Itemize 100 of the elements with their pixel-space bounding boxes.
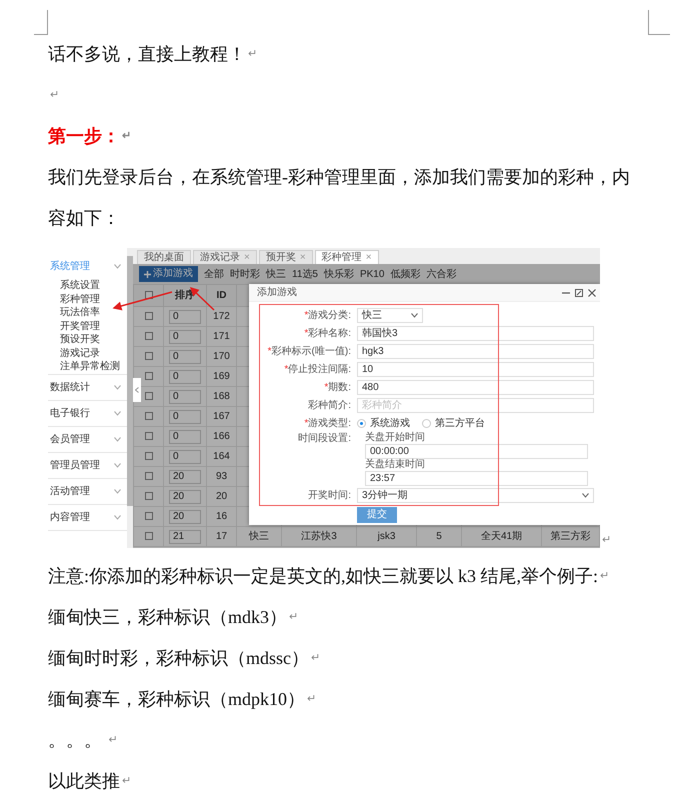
paragraph-mark: ↵ [311,652,320,664]
required-mark: * [304,416,308,430]
sort-input[interactable]: 20 [169,470,201,484]
table-cell: 172 [213,311,230,322]
column-header: ID [216,290,226,301]
field-caption: 关盘开始时间 [365,432,426,444]
field-label: 彩种标示(唯一值): [272,344,351,358]
paragraph-text: 注意:你添加的彩种标识一定是英文的,如快三就要以 k3 结尾,举个例子: [48,566,598,586]
sort-input[interactable]: 0 [169,390,201,404]
menu-item[interactable]: 系统设置 [48,279,128,292]
select-field[interactable]: 快三 [357,308,423,322]
input-field[interactable]: 彩种简介 [357,398,594,412]
field-label: 期数: [328,380,351,394]
sort-input[interactable]: 21 [169,530,201,544]
input-field[interactable]: 480 [357,380,594,394]
paragraph-text: 话不多说，直接上教程！ [48,44,246,64]
table-cell: 江苏快3 [301,531,337,542]
table-cell: 16 [216,511,228,522]
radio-label: 系统游戏 [370,416,410,430]
menu-item[interactable]: 玩法倍率 [48,306,128,320]
field-label: 游戏分类: [308,308,351,322]
radio-label: 第三方平台 [435,416,485,430]
paragraph-mark: ↵ [122,130,131,142]
menu-item[interactable]: 开奖管理 [48,320,128,333]
select-field[interactable]: 3分钟一期 [357,488,594,502]
menu-group[interactable]: 管理员管理 [50,458,100,472]
field-label: 时间段设置: [298,432,351,445]
paragraph-mark: ↵ [307,693,316,705]
filter-link[interactable]: 11选5 [292,268,318,280]
required-mark: * [284,362,288,376]
input-field[interactable]: 23:57 [365,471,588,486]
menu-item[interactable]: 注单异常检测 [48,360,128,374]
table-cell: 170 [213,351,230,362]
menu-group[interactable]: 电子银行 [50,406,90,420]
sort-input[interactable]: 0 [169,430,201,444]
field-label: 彩种名称: [308,326,351,340]
paragraph-text: 以此类推 [48,771,120,791]
table-cell: 全天41期 [480,531,522,542]
table-cell: 17 [216,531,228,542]
input-field[interactable]: 00:00:00 [365,444,588,459]
filter-link[interactable]: 六合彩 [426,268,456,280]
tab-label[interactable]: 预开奖 [266,251,296,264]
field-label: 彩种简介: [308,398,351,412]
input-field[interactable]: hgk3 [357,344,594,358]
field-label: 开奖时间: [308,488,351,502]
filter-link[interactable]: 低频彩 [390,268,420,280]
paragraph-mark: ↵ [122,775,131,787]
paragraph-mark: ↵ [600,570,610,582]
field-label: 停止投注间隔: [288,362,351,376]
menu-group[interactable]: 会员管理 [50,432,90,446]
sort-input[interactable]: 0 [169,330,201,344]
sort-input[interactable]: 0 [169,350,201,364]
input-field[interactable]: 韩国快3 [357,326,594,340]
menu-item[interactable]: 彩种管理 [48,292,128,306]
table-cell: 167 [213,411,230,422]
paragraph-mark: ↵ [108,734,118,746]
menu-item[interactable]: 游戏记录 [48,346,128,360]
paragraph-mark: ↵ [602,532,611,548]
paragraph-text: 。。。 [48,730,103,750]
paragraph-text: 缅甸时时彩，彩种标识（mdssc） [48,648,309,668]
step-heading: 第一步： [48,126,120,146]
paragraph-mark: ↵ [248,48,257,60]
table-cell: 166 [213,431,230,442]
required-mark: * [304,308,308,322]
paragraph-mark: ↵ [289,611,298,623]
add-game-button[interactable]: 添加游戏 [139,266,198,282]
menu-item[interactable]: 预设开奖 [48,333,128,346]
table-cell: 93 [216,471,228,482]
filter-link[interactable]: 快乐彩 [324,268,354,280]
sort-input[interactable]: 0 [169,450,201,464]
tab-label[interactable]: 游戏记录 [200,251,240,264]
field-label: 游戏类型: [308,416,351,430]
field-caption: 关盘结束时间 [365,459,426,471]
sort-input[interactable]: 0 [169,410,201,424]
menu-group[interactable]: 数据统计 [50,380,90,394]
sort-input[interactable]: 0 [169,370,201,384]
dialog-title: 添加游戏 [257,286,297,299]
table-cell: 第三方彩 [550,531,590,542]
table-cell: jsk3 [378,531,396,542]
table-cell: 169 [213,371,230,382]
required-mark: * [268,344,272,358]
menu-group[interactable]: 活动管理 [50,484,90,498]
paragraph-text: 缅甸赛车，彩种标识（mdpk10） [48,689,306,709]
filter-link[interactable]: 全部 [204,268,224,280]
table-cell: 5 [436,531,442,542]
sort-input[interactable]: 20 [169,510,201,524]
sort-input[interactable]: 0 [169,310,201,324]
filter-link[interactable]: 快三 [266,268,286,280]
required-mark: * [324,380,328,394]
menu-group[interactable]: 内容管理 [50,510,90,524]
filter-link[interactable]: PK10 [360,268,384,280]
table-cell: 快三 [249,531,269,542]
tab-label[interactable]: 彩种管理 [322,251,362,264]
table-cell: 20 [216,491,228,502]
sort-input[interactable]: 20 [169,490,201,504]
table-cell: 171 [213,331,230,342]
required-mark: * [304,326,308,340]
input-field[interactable]: 10 [357,362,594,376]
table-cell: 168 [213,391,230,402]
filter-link[interactable]: 时时彩 [230,268,260,280]
